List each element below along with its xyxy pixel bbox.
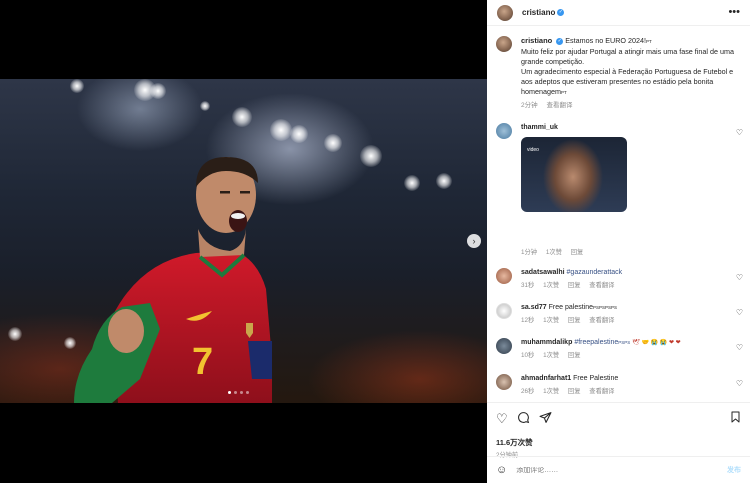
add-comment-bar: ☺ 发布 [487, 456, 750, 483]
comment-username[interactable]: muhammdalikp [521, 339, 572, 346]
svg-text:7: 7 [192, 341, 213, 383]
emoji-smile-icon[interactable]: ☺ [496, 464, 507, 476]
verified-icon: ✓ [557, 9, 565, 16]
comment-time: 12秒 [521, 317, 535, 324]
comment-body: ahmadnfarhat1 Free Palestine 26秒 1次赞 回复 … [521, 374, 621, 397]
comment-username[interactable]: ahmadnfarhat1 [521, 375, 571, 382]
see-translation-link[interactable]: 查看翻译 [589, 282, 614, 289]
reply-button[interactable]: 回复 [571, 249, 584, 256]
comment-meta: 1分钟 1次赞 回复 [521, 248, 627, 258]
caption-line2: Muito feliz por ajudar Portugal a atingi… [521, 47, 734, 66]
comment-time: 1分钟 [521, 249, 538, 256]
comment-username[interactable]: sa.sd77 [521, 304, 547, 311]
comment-likes[interactable]: 1次赞 [546, 249, 562, 256]
see-translation-link[interactable]: 查看翻译 [589, 388, 614, 395]
comment-text: Free palestine [548, 304, 593, 311]
comment-bubble-icon[interactable] [517, 411, 530, 427]
comment-time: 10秒 [521, 352, 535, 359]
comment-likes[interactable]: 1次赞 [543, 352, 559, 359]
comment-body: sa.sd77 Free palestinePSPSPSPS 12秒 1次赞 回… [521, 303, 621, 326]
carousel-dot [234, 391, 237, 394]
post-side-panel: cristiano ✓ ••• cristiano ✓ Estamos no E… [487, 0, 750, 483]
comment-item: thammi_uk video 1分钟 1次赞 回复 ♡ [496, 123, 746, 258]
reply-button[interactable]: 回复 [568, 282, 581, 289]
comment-meta: 26秒 1次赞 回复 查看翻译 [521, 387, 621, 397]
comment-body: thammi_uk video 1分钟 1次赞 回复 [521, 123, 627, 258]
caption-line1: Estamos no EURO 2024! [565, 36, 646, 45]
post-actions: ♡ 11.6万次赞 2分钟前 [487, 402, 750, 459]
post-caption: cristiano ✓ Estamos no EURO 2024!PT Muit… [496, 36, 741, 111]
verified-icon: ✓ [556, 37, 564, 45]
carousel-dot [240, 391, 243, 394]
comment-item: ahmadnfarhat1 Free Palestine 26秒 1次赞 回复 … [496, 374, 746, 397]
next-slide-button[interactable]: › [467, 234, 481, 248]
like-comment-heart-icon[interactable]: ♡ [736, 308, 743, 317]
comment-gif[interactable]: video [521, 137, 627, 212]
more-horizontal-icon[interactable]: ••• [728, 6, 740, 18]
comment-item: sadatsawalhi #gazaunderattack 31秒 1次赞 回复… [496, 268, 746, 291]
comment-username[interactable]: thammi_uk [521, 124, 558, 131]
comment-meta: 12秒 1次赞 回复 查看翻译 [521, 316, 621, 326]
comment-likes[interactable]: 1次赞 [543, 317, 559, 324]
caption-time: 2分钟 [521, 102, 538, 109]
avatar[interactable] [496, 268, 512, 284]
reply-button[interactable]: 回复 [568, 352, 581, 359]
like-comment-heart-icon[interactable]: ♡ [736, 343, 743, 352]
caption-line1-suffix: PT [645, 39, 652, 44]
avatar[interactable] [497, 4, 513, 21]
comment-item: sa.sd77 Free palestinePSPSPSPS 12秒 1次赞 回… [496, 303, 746, 326]
caption-meta: 2分钟 查看翻译 [521, 101, 741, 111]
comment-text: Free Palestine [573, 375, 619, 382]
reply-button[interactable]: 回复 [568, 388, 581, 395]
carousel-dot [246, 391, 249, 394]
comment-text-suffix: PSPS [618, 340, 631, 345]
see-translation-link[interactable]: 查看翻译 [589, 317, 614, 324]
comment-likes[interactable]: 1次赞 [543, 282, 559, 289]
comment-username[interactable]: sadatsawalhi [521, 269, 565, 276]
comment-likes[interactable]: 1次赞 [543, 388, 559, 395]
comment-time: 31秒 [521, 282, 535, 289]
caption-text: cristiano ✓ Estamos no EURO 2024!PT Muit… [521, 36, 741, 111]
caption-username[interactable]: cristiano [521, 36, 552, 45]
carousel-dots [228, 391, 249, 394]
avatar[interactable] [496, 36, 512, 52]
comment-text-suffix: PSPSPSPS [593, 305, 618, 310]
post-comment-button[interactable]: 发布 [727, 465, 741, 475]
like-comment-heart-icon[interactable]: ♡ [736, 379, 743, 388]
like-count[interactable]: 11.6万次赞 [496, 437, 741, 448]
comment-item: muhammdalikp #freepalestinePSPS 🕊 🤝 😭 😭 … [496, 338, 746, 361]
gif-label: video [527, 147, 539, 153]
comment-text[interactable]: #freepalestine [574, 339, 618, 346]
see-translation-link[interactable]: 查看翻译 [546, 102, 572, 109]
bookmark-icon[interactable] [730, 411, 741, 426]
comment-input[interactable] [516, 466, 707, 474]
comment-emoji: 🕊 🤝 😭 😭 ❤ ❤ [632, 340, 681, 346]
comment-meta: 31秒 1次赞 回复 查看翻译 [521, 281, 622, 291]
post-header: cristiano ✓ ••• [487, 0, 750, 26]
comment-text[interactable]: #gazaunderattack [567, 269, 623, 276]
post-photo[interactable]: 7 [0, 79, 487, 403]
comment-body: sadatsawalhi #gazaunderattack 31秒 1次赞 回复… [521, 268, 622, 291]
caption-line3-suffix: PT [560, 90, 567, 95]
avatar[interactable] [496, 303, 512, 319]
like-heart-icon[interactable]: ♡ [496, 412, 508, 426]
like-comment-heart-icon[interactable]: ♡ [736, 273, 743, 282]
avatar[interactable] [496, 374, 512, 390]
carousel-dot [228, 391, 231, 394]
comment-time: 26秒 [521, 388, 535, 395]
player-figure: 7 [74, 157, 272, 403]
post-media: 7 › [0, 0, 487, 483]
comment-meta: 10秒 1次赞 回复 [521, 351, 681, 361]
header-username[interactable]: cristiano [522, 8, 555, 17]
reply-button[interactable]: 回复 [568, 317, 581, 324]
caption-line3: Um agradecimento especial à Federação Po… [521, 67, 734, 96]
action-icons: ♡ [496, 411, 741, 427]
avatar[interactable] [496, 338, 512, 354]
comment-body: muhammdalikp #freepalestinePSPS 🕊 🤝 😭 😭 … [521, 338, 681, 361]
avatar[interactable] [496, 123, 512, 139]
share-send-icon[interactable] [539, 411, 552, 427]
like-comment-heart-icon[interactable]: ♡ [736, 128, 743, 137]
